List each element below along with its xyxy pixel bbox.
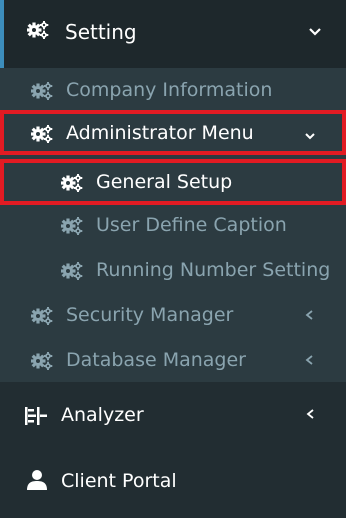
sidebar-item-analyzer[interactable]: Analyzer: [0, 392, 346, 440]
user-icon: [26, 469, 48, 491]
gears-icon: [61, 217, 83, 235]
sidebar-item-label: Analyzer: [61, 404, 144, 426]
sidebar-item-label: Running Number Setting: [96, 259, 331, 281]
sidebar-item-running-number-setting[interactable]: Running Number Setting: [0, 251, 346, 291]
gears-icon: [61, 174, 83, 192]
sidebar-item-label: Administrator Menu: [66, 122, 254, 144]
analyzer-icon: [23, 406, 49, 426]
sidebar-item-client-portal[interactable]: Client Portal: [0, 458, 346, 506]
chevron-left-icon: [305, 309, 314, 321]
sidebar-item-user-define-caption[interactable]: User Define Caption: [0, 206, 346, 246]
gears-icon: [61, 262, 83, 280]
sidebar-item-label: Client Portal: [61, 470, 177, 492]
gears-icon: [31, 352, 53, 370]
chevron-down-icon: [308, 27, 322, 37]
gears-icon: [31, 125, 53, 143]
chevron-left-icon: [306, 408, 315, 420]
sidebar-item-label: Company Information: [66, 79, 273, 101]
sidebar-item-security-manager[interactable]: Security Manager: [0, 296, 346, 336]
gears-icon: [27, 21, 49, 39]
sidebar-item-setting[interactable]: Setting: [0, 0, 346, 68]
sidebar-item-label: Database Manager: [66, 349, 246, 371]
sidebar-item-administrator-menu[interactable]: Administrator Menu: [0, 110, 346, 155]
gears-icon: [31, 307, 53, 325]
sidebar-item-label: Security Manager: [66, 304, 234, 326]
sidebar-item-label: General Setup: [96, 171, 233, 193]
sidebar-item-database-manager[interactable]: Database Manager: [0, 341, 346, 381]
chevron-left-icon: [305, 354, 314, 366]
sidebar-item-company-information[interactable]: Company Information: [0, 70, 346, 112]
sidebar-item-general-setup[interactable]: General Setup: [0, 159, 346, 205]
gears-icon: [31, 82, 53, 100]
sidebar-item-label: Setting: [65, 20, 137, 44]
sidebar-item-label: User Define Caption: [96, 214, 287, 236]
chevron-down-icon: [304, 132, 316, 141]
